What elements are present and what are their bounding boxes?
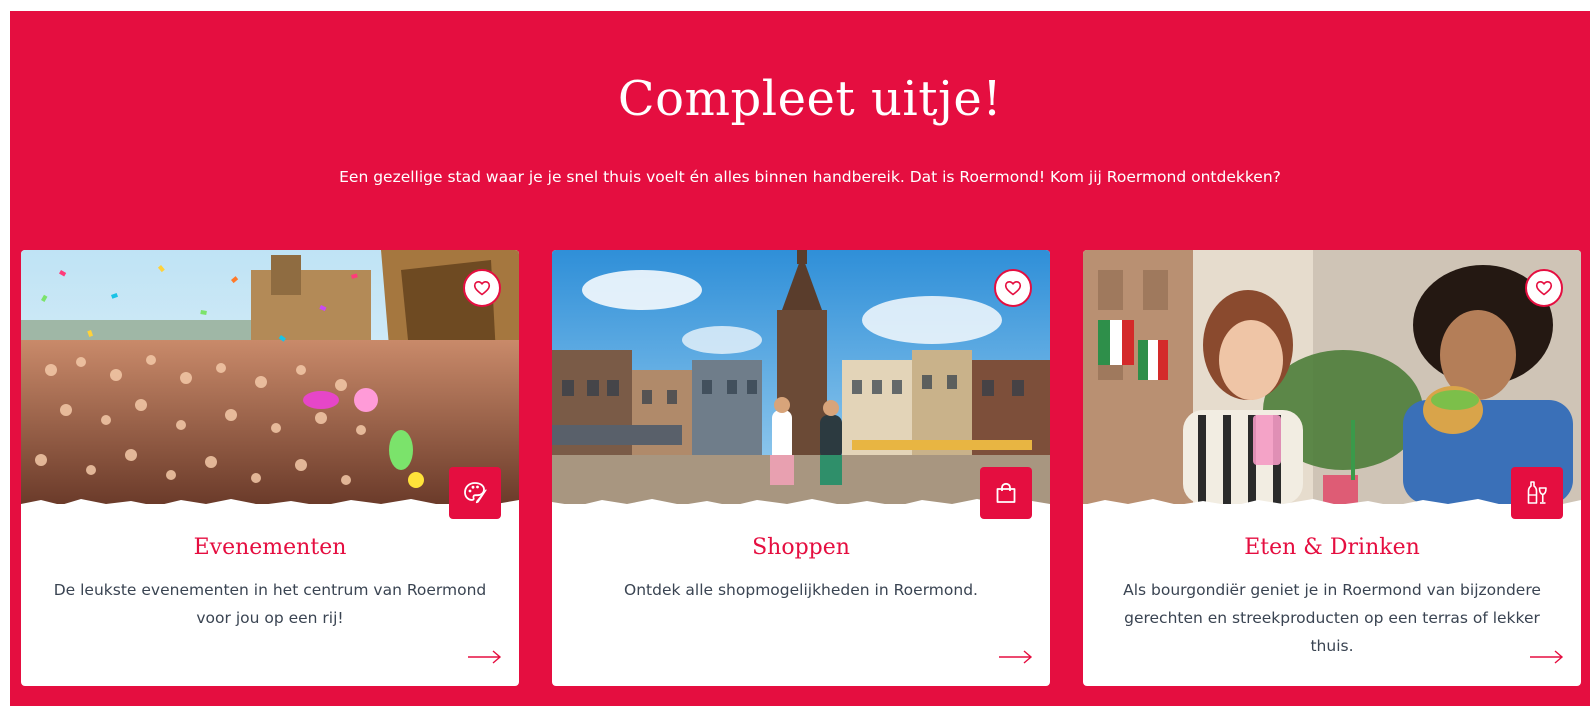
terrace-dining-image [1083, 250, 1581, 504]
palette-icon [464, 482, 487, 504]
card-description: Ontdek alle shopmogelijkheden in Roermon… [624, 581, 978, 599]
card-title[interactable]: Evenementen [21, 534, 519, 562]
torn-paper-edge [552, 499, 1050, 514]
card-evenementen[interactable]: Evenementen De leukste evenementen in he… [21, 250, 519, 686]
category-badge [980, 467, 1032, 519]
favorite-button[interactable] [463, 269, 501, 307]
favorite-button[interactable] [1525, 269, 1563, 307]
highlights-section: Compleet uitje! Een gezellige stad waar … [10, 11, 1590, 706]
festival-crowd-image [21, 250, 519, 504]
card-image-dining[interactable] [1083, 250, 1581, 504]
card-image-shopping[interactable] [552, 250, 1050, 504]
card-description: Als bourgondiër geniet je in Roermond va… [1123, 581, 1541, 655]
card-eten-drinken[interactable]: Eten & Drinken Als bourgondiër geniet je… [1083, 250, 1581, 686]
heart-icon [473, 281, 491, 296]
arrow-right-icon[interactable] [1529, 648, 1565, 666]
torn-paper-edge [21, 499, 519, 514]
card-shoppen[interactable]: Shoppen Ontdek alle shopmogelijkheden in… [552, 250, 1050, 686]
card-title[interactable]: Shoppen [552, 534, 1050, 562]
section-intro: Een gezellige stad waar je je snel thuis… [339, 168, 1281, 186]
torn-paper-edge [1083, 499, 1581, 514]
card-image-festival[interactable] [21, 250, 519, 504]
category-badge [449, 467, 501, 519]
heart-icon [1004, 281, 1022, 296]
arrow-right-icon[interactable] [998, 648, 1034, 666]
wine-bottle-glass-icon [1527, 481, 1547, 504]
heart-icon [1535, 281, 1553, 296]
section-heading: Compleet uitje! [617, 71, 1003, 127]
market-square-image [552, 250, 1050, 504]
arrow-right-icon[interactable] [467, 648, 503, 666]
shopping-bag-icon [996, 482, 1016, 503]
card-description: De leukste evenementen in het centrum va… [53, 581, 487, 627]
card-title[interactable]: Eten & Drinken [1083, 534, 1581, 562]
favorite-button[interactable] [994, 269, 1032, 307]
category-badge [1511, 467, 1563, 519]
